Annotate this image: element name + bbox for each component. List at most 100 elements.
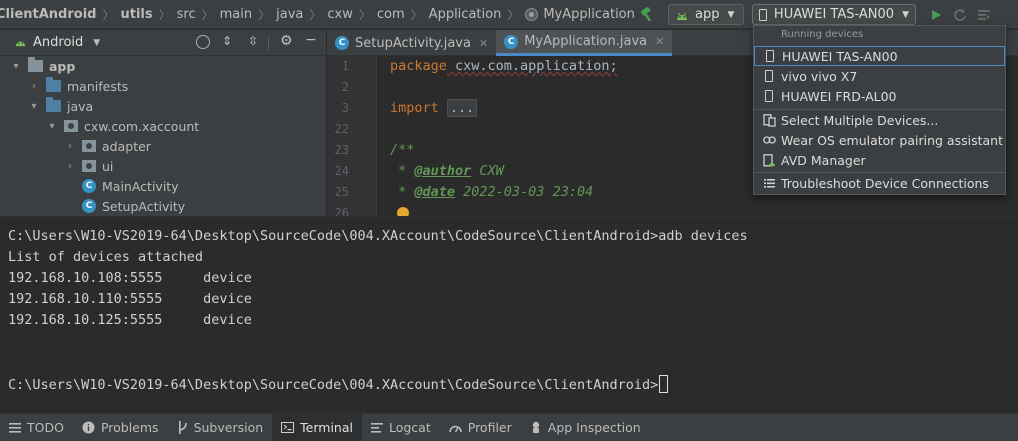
collapse-all-icon[interactable]: ⇳ (248, 34, 258, 48)
terminal-cursor[interactable] (659, 375, 669, 393)
chevron-right-icon: 〉 (258, 8, 271, 22)
list-icon (9, 422, 21, 433)
tree-item-java[interactable]: ▾ java (28, 96, 93, 116)
tab-problems[interactable]: Problems (73, 414, 168, 441)
tree-item-mainactivity[interactable]: C MainActivity (82, 176, 179, 196)
tree-item-ui[interactable]: › ui (64, 156, 113, 176)
wear-os-pairing-item[interactable]: Wear OS emulator pairing assistant (754, 130, 1005, 150)
terminal-panel[interactable]: C:\Users\W10-VS2019-64\Desktop\SourceCod… (0, 217, 1018, 413)
terminal-line: List of devices attached (8, 249, 204, 265)
doc-comment: CXW (471, 163, 504, 179)
tree-item-manifests[interactable]: › manifests (28, 76, 128, 96)
close-icon[interactable]: ✕ (655, 35, 664, 48)
tree-item-label: java (67, 98, 94, 114)
class-icon (525, 8, 539, 21)
line-number: 2 (341, 80, 349, 94)
breadcrumb-java[interactable]: java (276, 7, 303, 22)
minimize-icon[interactable]: − (305, 32, 317, 48)
breadcrumb-src[interactable]: src (177, 7, 196, 22)
menu-item-label: Troubleshoot Device Connections (781, 175, 989, 191)
device-item-label: HUAWEI TAS-AN00 (782, 48, 898, 64)
line-number-gutter: 1 2 3 22 23 24 25 26 + − (327, 56, 377, 216)
doc-comment: * (390, 163, 415, 179)
keyword: import (390, 100, 439, 116)
code-line: package cxw.com.application; (390, 58, 618, 74)
tab-logcat[interactable]: Logcat (362, 414, 440, 441)
tab-label: Terminal (300, 420, 353, 435)
close-icon[interactable]: ✕ (479, 37, 488, 50)
chevron-right-icon: 〉 (102, 8, 115, 22)
device-select[interactable]: HUAWEI TAS-AN00 ▼ (752, 4, 916, 25)
tree-item-label: ui (102, 158, 114, 174)
breadcrumb-class[interactable]: MyApplication (525, 7, 635, 22)
tab-terminal[interactable]: Terminal (272, 413, 362, 441)
breadcrumb-module[interactable]: utils (120, 7, 152, 22)
toolbar-divider (268, 36, 269, 50)
terminal-icon (281, 422, 295, 433)
package-icon (82, 160, 96, 172)
tab-profiler[interactable]: Profiler (440, 414, 521, 441)
locate-icon[interactable] (196, 35, 210, 49)
gear-icon[interactable]: ⚙ (280, 33, 293, 49)
line-number: 25 (334, 185, 349, 199)
run-configuration-select[interactable]: app ▼ (668, 4, 744, 25)
device-item-label: vivo vivo X7 (781, 68, 858, 84)
breadcrumb-com[interactable]: com (377, 7, 405, 22)
doc-comment: /** (390, 142, 415, 158)
terminal-line: C:\Users\W10-VS2019-64\Desktop\SourceCod… (8, 228, 748, 244)
tree-item-adapter[interactable]: › adapter (64, 136, 151, 156)
tree-item-package[interactable]: ▾ cxw.com.xaccount (46, 116, 199, 136)
logcat-icon (370, 422, 383, 433)
chevron-right-icon: 〉 (201, 8, 214, 22)
tab-label: Logcat (388, 420, 431, 435)
expand-all-icon[interactable]: ⇕ (222, 34, 232, 48)
menu-item-label: Wear OS emulator pairing assistant (781, 132, 1003, 148)
device-item-label: HUAWEI FRD-AL00 (781, 88, 897, 104)
avd-manager-item[interactable]: AVD Manager (754, 150, 1005, 170)
code-line: /** (390, 142, 414, 158)
tab-label: Subversion (193, 420, 264, 435)
doc-comment: 2022-03-03 23:04 (455, 184, 594, 200)
class-icon: C (82, 179, 96, 193)
breadcrumb-cxw[interactable]: cxw (327, 7, 352, 22)
android-icon (677, 12, 687, 20)
tree-item-app[interactable]: ▾ app (10, 56, 75, 76)
package-name: cxw.com.application; (446, 58, 618, 74)
apply-changes-icon[interactable] (948, 3, 972, 27)
keyword: package (390, 58, 447, 74)
device-item-huawei-tas[interactable]: HUAWEI TAS-AN00 (754, 46, 1005, 66)
tab-subversion[interactable]: Subversion (168, 414, 273, 441)
hammer-icon[interactable] (636, 4, 658, 26)
troubleshoot-connections-item[interactable]: Troubleshoot Device Connections (754, 173, 1005, 193)
tab-setupactivity[interactable]: C SetupActivity.java ✕ (327, 30, 496, 56)
menu-item-label: Select Multiple Devices... (781, 112, 939, 128)
link-icon (762, 135, 776, 145)
code-line: import ... (390, 99, 478, 117)
gauge-icon (448, 423, 462, 433)
package-icon (82, 140, 96, 152)
class-icon: C (82, 199, 96, 213)
select-multiple-devices-item[interactable]: Select Multiple Devices... (754, 110, 1005, 130)
tab-app-inspection[interactable]: App Inspection (521, 414, 650, 441)
breadcrumb-project[interactable]: ClientAndroid (0, 7, 96, 22)
chevron-down-icon[interactable]: ▼ (93, 38, 100, 48)
chevron-right-icon: 〉 (158, 8, 171, 22)
device-item-vivo[interactable]: vivo vivo X7 (754, 66, 1005, 86)
tree-item-setupactivity[interactable]: C SetupActivity (82, 196, 185, 216)
terminal-line: 192.168.10.110:5555 device (8, 291, 252, 307)
apply-code-changes-icon[interactable] (972, 3, 996, 27)
doc-comment: * (390, 184, 415, 200)
breadcrumb-main[interactable]: main (220, 7, 252, 22)
terminal-prompt-line: C:\Users\W10-VS2019-64\Desktop\SourceCod… (8, 375, 669, 393)
run-icon[interactable] (924, 3, 948, 27)
breadcrumb-application[interactable]: Application (429, 7, 502, 22)
lightbulb-icon[interactable] (397, 207, 409, 216)
chevron-down-icon: ▾ (31, 100, 37, 112)
line-number: 26 (334, 206, 349, 216)
device-item-huawei-frd[interactable]: HUAWEI FRD-AL00 (754, 86, 1005, 106)
folded-imports[interactable]: ... (446, 99, 478, 117)
android-icon (14, 35, 27, 50)
project-view-select[interactable]: Android (33, 35, 83, 50)
tab-myapplication[interactable]: C MyApplication.java ✕ (496, 30, 673, 56)
tab-todo[interactable]: TODO (0, 414, 73, 441)
